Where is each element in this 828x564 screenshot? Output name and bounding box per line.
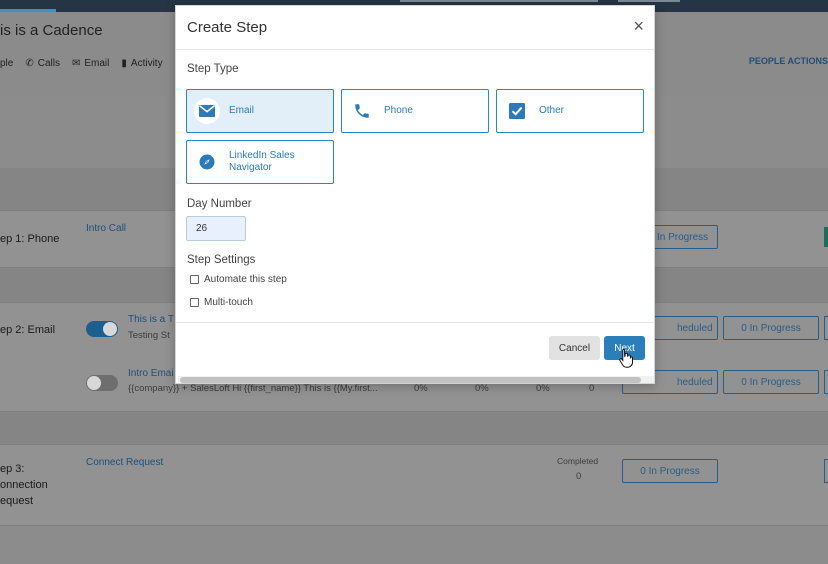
day-number-input[interactable] [186, 216, 246, 241]
tab-activity[interactable]: ▮ Activity [121, 56, 162, 70]
step-type-label: Step Type [187, 63, 239, 75]
stat-value: 0 [589, 383, 595, 394]
automate-step-option[interactable]: Automate this step [190, 274, 287, 285]
day-number-label: Day Number [187, 198, 252, 210]
step-3-label-line-1: ep 3: [0, 463, 25, 475]
modal-footer: Cancel Next [176, 322, 654, 383]
tab-email[interactable]: ✉ Email [72, 56, 109, 70]
step-type-linkedin-label: LinkedIn Sales Navigator [229, 150, 295, 173]
mail-icon: ✉ [71, 57, 81, 69]
template-2-edge-box [824, 370, 828, 394]
page-title: is is a Cadence [0, 22, 103, 39]
people-actions-button[interactable]: PEOPLE ACTIONS [749, 56, 828, 66]
toggle-knob [103, 322, 117, 336]
step-type-other[interactable]: Other [496, 89, 644, 133]
nav-search-bar [400, 0, 598, 2]
nav-item [618, 0, 680, 2]
day-band [0, 412, 828, 444]
step-type-email-label: Email [229, 105, 255, 116]
cancel-button[interactable]: Cancel [549, 336, 600, 360]
template-1-toggle[interactable] [86, 321, 118, 337]
completed-label: Completed [557, 456, 599, 466]
compass-icon [194, 149, 220, 175]
stat-value: 0% [414, 383, 428, 394]
tab-people[interactable]: ple [0, 56, 13, 70]
template-1-subject: Testing St [128, 330, 170, 341]
template-2-preview: {{company}} + SalesLoft Hi {{first_name}… [128, 383, 378, 394]
completed-value: 0 [576, 471, 582, 482]
step-3-edge-box [824, 459, 828, 483]
template-2-toggle[interactable] [86, 375, 118, 391]
mail-icon [194, 98, 220, 124]
automate-step-label: Automate this step [204, 274, 287, 285]
template-1-link[interactable]: This is a T [128, 314, 174, 325]
step-2-label: ep 2: Email [0, 324, 56, 336]
template-1-edge-box [824, 316, 828, 340]
step-settings-label: Step Settings [187, 254, 256, 266]
template-1-in-progress-button[interactable]: 0 In Progress [723, 316, 819, 340]
checkbox-icon [504, 98, 530, 124]
toggle-knob [87, 376, 101, 390]
phone-icon [349, 98, 375, 124]
step-3-in-progress-button[interactable]: 0 In Progress [622, 459, 718, 483]
horizontal-scrollbar[interactable] [178, 376, 654, 383]
tab-calls[interactable]: ✆ Calls [25, 56, 60, 70]
hand-cursor-icon [619, 348, 633, 368]
multi-touch-checkbox[interactable] [190, 298, 199, 307]
create-step-modal: Create Step × Step Type Email Phone Othe… [175, 5, 655, 384]
template-2-link[interactable]: Intro Emai [128, 368, 174, 379]
step-type-other-label: Other [539, 105, 565, 116]
step-1-label: ep 1: Phone [0, 233, 60, 245]
step-type-phone[interactable]: Phone [341, 89, 489, 133]
step-type-linkedin[interactable]: LinkedIn Sales Navigator [186, 140, 334, 184]
cadence-tabs: ple ✆ Calls ✉ Email ▮ Activity [0, 56, 175, 70]
scrollbar-thumb[interactable] [180, 377, 641, 383]
stat-value: 0% [536, 383, 550, 394]
stat-value: 0% [475, 383, 489, 394]
multi-touch-option[interactable]: Multi-touch [190, 297, 253, 308]
step-3-label-line-3: equest [0, 495, 34, 507]
multi-touch-label: Multi-touch [204, 297, 253, 308]
phone-icon: ✆ [25, 57, 34, 69]
modal-title: Create Step [187, 19, 268, 36]
step-3-link[interactable]: Connect Request [86, 457, 163, 468]
automate-step-checkbox[interactable] [190, 275, 199, 284]
step-3-label-line-2: onnection [0, 479, 48, 491]
close-icon[interactable]: × [633, 17, 644, 35]
modal-header: Create Step × [176, 6, 654, 50]
step-1-edge-tab [824, 227, 828, 247]
template-2-in-progress-button[interactable]: 0 In Progress [723, 370, 819, 394]
step-type-phone-label: Phone [384, 105, 413, 116]
step-type-email[interactable]: Email [186, 89, 334, 133]
bar-chart-icon: ▮ [121, 57, 127, 69]
step-1-link[interactable]: Intro Call [86, 223, 126, 234]
